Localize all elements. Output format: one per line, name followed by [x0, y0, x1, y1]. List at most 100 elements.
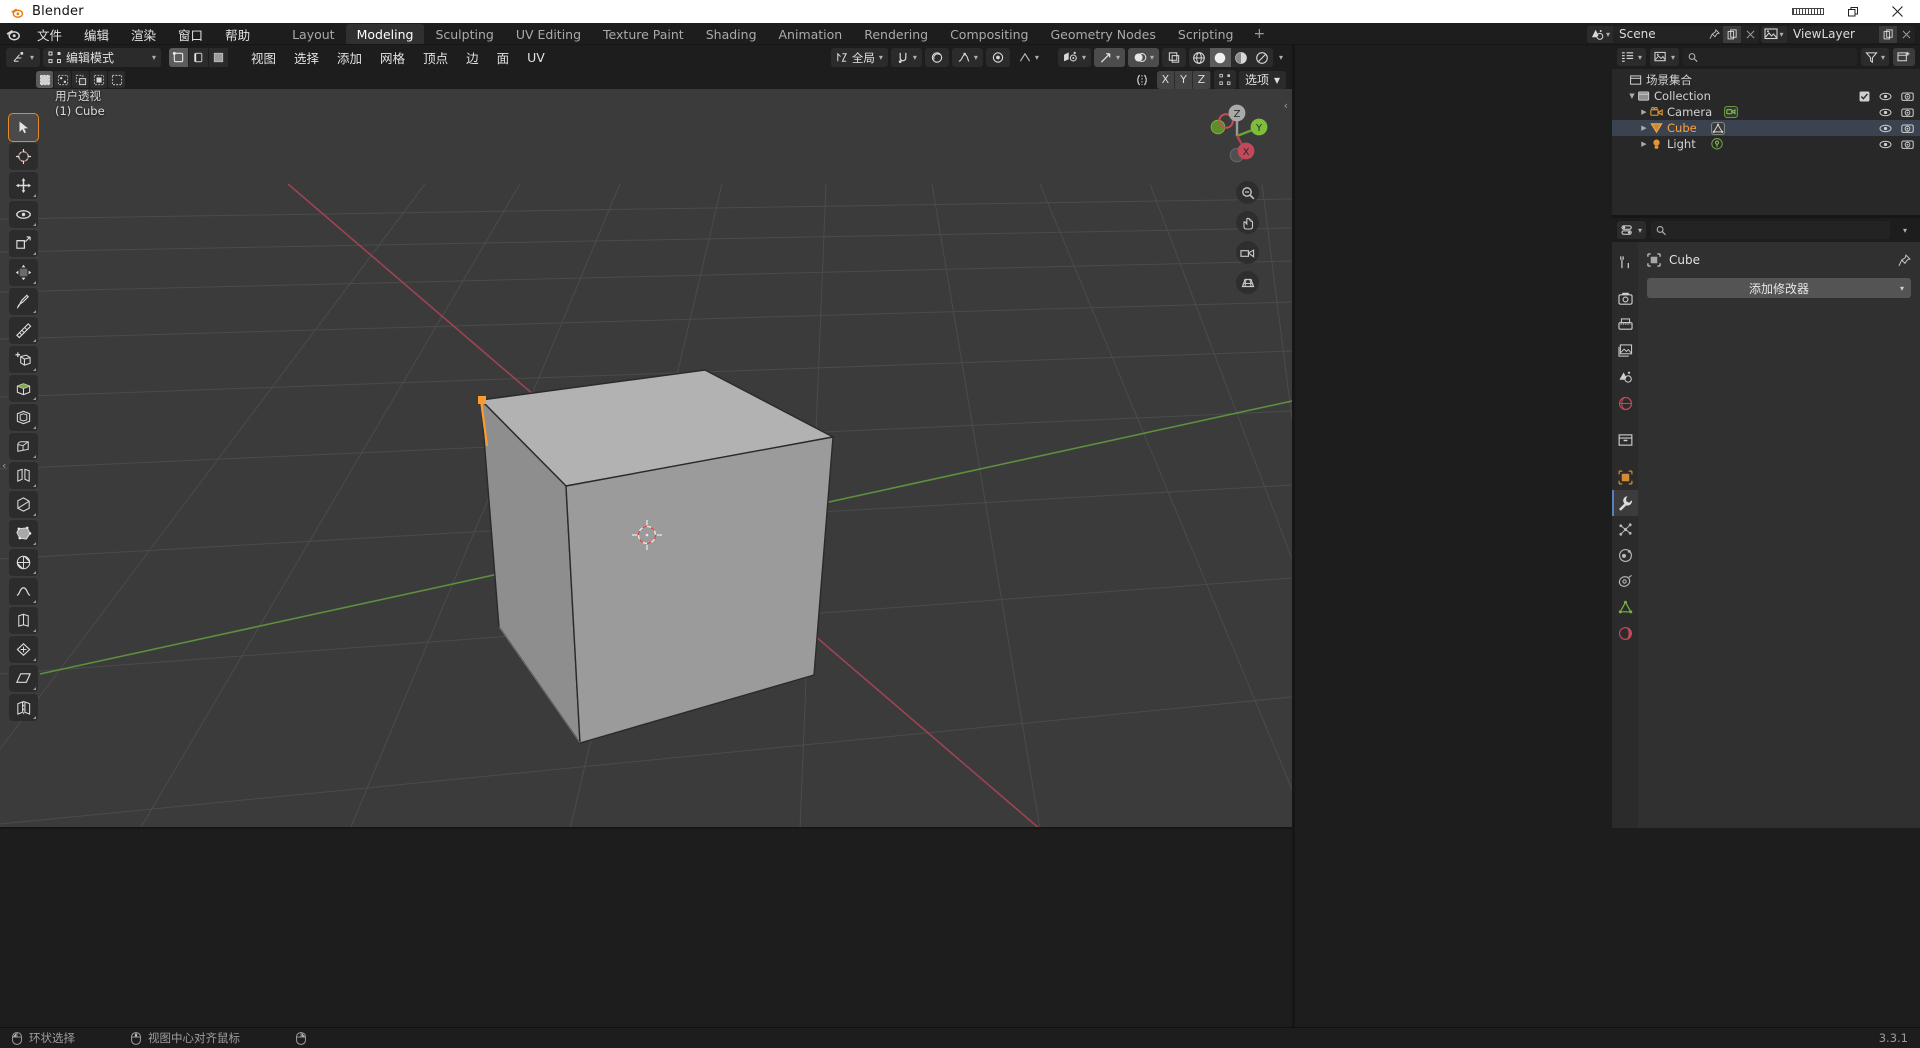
properties-tab-tool[interactable] — [1612, 249, 1638, 275]
properties-tab-particles[interactable] — [1612, 516, 1638, 542]
tab-sculpting[interactable]: Sculpting — [424, 24, 504, 45]
new-collection-button[interactable] — [1893, 48, 1915, 66]
menu-help[interactable]: 帮助 — [214, 23, 261, 46]
tool-extrude-region[interactable] — [9, 375, 38, 402]
outliner-row-collection[interactable]: ▼ Collection — [1612, 88, 1920, 104]
minimize-button[interactable] — [1785, 0, 1830, 23]
topology-mirror-button[interactable] — [1214, 70, 1236, 89]
proportional-editing-button[interactable] — [925, 48, 949, 67]
tool-annotate[interactable] — [9, 288, 38, 315]
camera-render-camera-icon[interactable] — [1901, 107, 1914, 118]
tool-scale[interactable] — [9, 230, 38, 257]
properties-tab-scene[interactable] — [1612, 364, 1638, 390]
properties-tab-viewlayer[interactable] — [1612, 338, 1638, 364]
new-viewlayer-button[interactable] — [1879, 26, 1897, 43]
close-button[interactable] — [1875, 0, 1920, 23]
properties-tab-collection[interactable] — [1612, 427, 1638, 453]
shading-popover-button[interactable]: ▾ — [1276, 48, 1286, 67]
maximize-button[interactable] — [1830, 0, 1875, 23]
camera-visibility-eye-icon[interactable] — [1879, 107, 1892, 118]
tab-scripting[interactable]: Scripting — [1167, 24, 1245, 45]
tool-shear[interactable] — [9, 665, 38, 692]
gizmo-toggle-button[interactable]: ▾ — [1094, 48, 1125, 67]
solid-shading-button[interactable] — [1210, 48, 1231, 67]
tab-modeling[interactable]: Modeling — [346, 24, 425, 45]
scene-pin-icon[interactable] — [1705, 26, 1723, 43]
properties-tab-physics[interactable] — [1612, 542, 1638, 568]
navigation-gizmo[interactable]: Z Y X — [1200, 99, 1274, 173]
menu-file[interactable]: 文件 — [26, 23, 73, 46]
outliner-row-light[interactable]: ▶ Light — [1612, 136, 1920, 152]
tab-layout[interactable]: Layout — [281, 24, 346, 45]
mesh-data-icon[interactable] — [1711, 122, 1725, 135]
expand-triangle-icon[interactable]: ▶ — [1638, 140, 1650, 148]
cube-visibility-eye-icon[interactable] — [1879, 123, 1892, 134]
mirror-options-button[interactable]: ▾ — [1013, 48, 1044, 67]
snap-toggle-button[interactable]: ▾ — [891, 48, 922, 67]
menu-edge[interactable]: 边 — [457, 46, 488, 69]
topbar-blender-logo[interactable] — [0, 26, 26, 42]
toolbar-collapse-arrow-icon[interactable]: ‹ — [2, 459, 6, 472]
mirror-z-button[interactable]: Z — [1193, 71, 1210, 89]
outliner-row-camera[interactable]: ▶ Camera — [1612, 104, 1920, 120]
viewlayer-selector[interactable]: ▾ ViewLayer — [1761, 26, 1915, 43]
wireframe-shading-button[interactable] — [1189, 48, 1210, 67]
properties-tab-object-data[interactable] — [1612, 594, 1638, 620]
light-render-camera-icon[interactable] — [1901, 139, 1914, 150]
xray-shading-button[interactable] — [1162, 48, 1186, 67]
menu-mesh[interactable]: 网格 — [371, 46, 414, 69]
edge-select-mode-button[interactable] — [189, 48, 209, 67]
menu-face[interactable]: 面 — [488, 46, 519, 69]
tool-smooth[interactable] — [9, 578, 38, 605]
mirror-y-button[interactable]: Y — [1175, 71, 1192, 89]
rendered-shading-button[interactable] — [1252, 48, 1273, 67]
menu-view[interactable]: 视图 — [242, 46, 285, 69]
delete-scene-button[interactable] — [1741, 26, 1759, 43]
collection-checkbox[interactable] — [1859, 91, 1870, 102]
camera-data-icon[interactable] — [1724, 106, 1738, 118]
outliner-editor-type-button[interactable]: ▾ — [1617, 48, 1646, 66]
collection-render-camera-icon[interactable] — [1901, 91, 1914, 102]
properties-search-field[interactable] — [1670, 224, 1885, 237]
scene-selector[interactable]: ▾ Scene — [1587, 26, 1759, 43]
tool-rotate[interactable] — [9, 201, 38, 228]
tool-add-cube[interactable] — [9, 346, 38, 373]
move-view-button[interactable] — [1236, 211, 1259, 234]
outliner-display-mode-button[interactable]: ▾ — [1650, 48, 1679, 66]
overlays-toggle-button[interactable]: ▾ — [1128, 48, 1159, 67]
tab-shading[interactable]: Shading — [695, 24, 768, 45]
menu-edit[interactable]: 编辑 — [73, 23, 120, 46]
menu-select[interactable]: 选择 — [285, 46, 328, 69]
tab-uv-editing[interactable]: UV Editing — [505, 24, 592, 45]
properties-tab-world[interactable] — [1612, 390, 1638, 416]
tool-transform[interactable] — [9, 259, 38, 286]
expand-triangle-icon[interactable]: ▶ — [1638, 124, 1650, 132]
outliner-filter-button[interactable]: ▾ — [1861, 48, 1889, 66]
intersect-selection-button[interactable] — [108, 71, 125, 88]
editor-type-selector[interactable]: ▾ — [6, 48, 40, 67]
xray-toggle-button[interactable] — [986, 48, 1010, 67]
properties-tab-output[interactable] — [1612, 312, 1638, 338]
viewlayer-name-field[interactable]: ViewLayer — [1787, 26, 1879, 43]
subtract-selection-button[interactable] — [72, 71, 89, 88]
delete-viewlayer-button[interactable] — [1897, 26, 1915, 43]
proportional-falloff-button[interactable]: ▾ — [952, 48, 983, 67]
tab-rendering[interactable]: Rendering — [853, 24, 939, 45]
cube-render-camera-icon[interactable] — [1901, 123, 1914, 134]
tab-compositing[interactable]: Compositing — [939, 24, 1039, 45]
tool-knife[interactable] — [9, 491, 38, 518]
outliner-row-scene-collection[interactable]: ▶ 场景集合 — [1612, 72, 1920, 88]
3d-viewport[interactable]: 用户透视 (1) Cube — [0, 89, 1292, 829]
tool-tweak[interactable] — [9, 114, 38, 141]
interaction-mode-selector[interactable]: 编辑模式 ▾ — [43, 48, 161, 67]
transform-orientation-selector[interactable]: 全局 ▾ — [831, 48, 888, 67]
menu-vertex[interactable]: 顶点 — [414, 46, 457, 69]
tool-poly-build[interactable] — [9, 520, 38, 547]
menu-add[interactable]: 添加 — [328, 46, 371, 69]
tool-edge-slide[interactable] — [9, 607, 38, 634]
light-visibility-eye-icon[interactable] — [1879, 139, 1892, 150]
tool-inset-faces[interactable] — [9, 404, 38, 431]
properties-tab-object[interactable] — [1612, 464, 1638, 490]
sidebar-collapse-arrow-icon[interactable]: ‹ — [1284, 99, 1288, 112]
new-scene-button[interactable] — [1723, 26, 1741, 43]
